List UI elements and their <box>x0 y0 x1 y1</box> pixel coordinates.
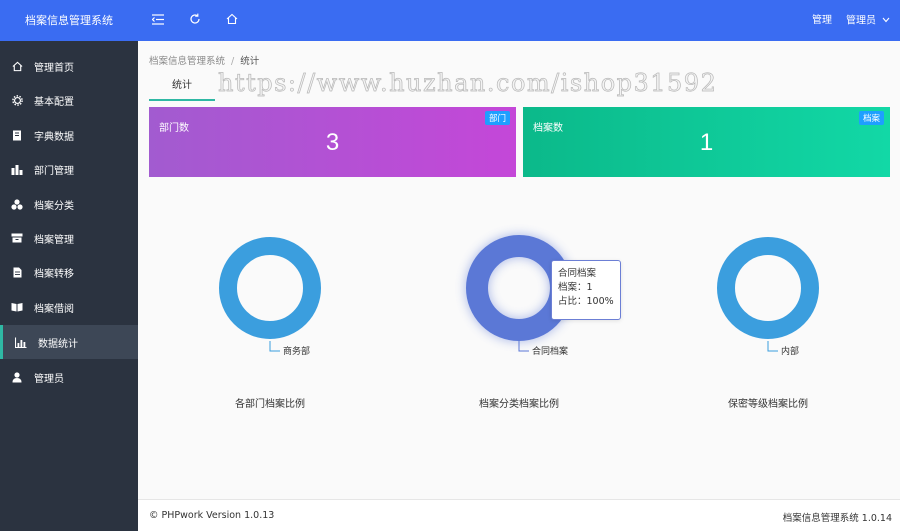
chevron-down-icon <box>882 0 890 41</box>
tooltip-count: 档案：1 <box>558 282 593 293</box>
sidebar-item-dictionary[interactable]: 字典数据 <box>0 118 138 152</box>
sidebar-item-config[interactable]: 基本配置 <box>0 83 138 117</box>
org-icon <box>10 162 24 176</box>
charts-area: 商务部 合同档案 内部 <box>219 234 819 357</box>
sidebar-item-label: 字典数据 <box>34 131 74 143</box>
archive-icon <box>10 231 24 245</box>
slice-label: 内部 <box>781 345 799 357</box>
book-icon <box>10 128 24 142</box>
donut-slice[interactable] <box>717 237 819 339</box>
file-icon <box>10 265 24 279</box>
chart-tooltip: 合同档案 档案：1 占比：100% <box>551 260 621 320</box>
menu-toggle-icon[interactable] <box>150 11 166 27</box>
chart-title-secrecy: 保密等级档案比例 <box>728 399 808 410</box>
sidebar-item-label: 档案管理 <box>34 234 74 246</box>
top-navbar: 档案信息管理系统 管理 管理员 <box>0 0 900 41</box>
chart-title-category: 档案分类档案比例 <box>479 399 559 410</box>
sidebar-item-department[interactable]: 部门管理 <box>0 152 138 186</box>
footer: © PHPwork Version 1.0.13 档案信息管理系统 1.0.14 <box>138 499 900 531</box>
sidebar-item-label: 基本配置 <box>34 96 74 108</box>
sidebar-item-label: 管理首页 <box>34 62 74 74</box>
sidebar-item-label: 档案分类 <box>34 200 74 212</box>
slice-label-line <box>269 341 280 352</box>
main-content: 档案信息管理系统 / 统计 统计 https://www.huzhan.com/is… <box>138 41 900 499</box>
sidebar-item-archive[interactable]: 档案管理 <box>0 221 138 255</box>
cubes-icon <box>10 197 24 211</box>
sidebar-item-admin[interactable]: 管理员 <box>0 360 138 394</box>
slice-label-line <box>767 341 778 352</box>
sidebar-item-label: 管理员 <box>34 373 64 385</box>
admin-link[interactable]: 管理 <box>812 0 832 41</box>
donut-slice[interactable] <box>219 237 321 339</box>
user-menu-label: 管理员 <box>846 15 876 27</box>
refresh-icon[interactable] <box>187 11 203 27</box>
user-menu[interactable]: 管理员 <box>846 0 890 41</box>
tooltip-percent: 占比：100% <box>558 296 614 307</box>
home-icon <box>10 59 24 73</box>
sidebar-item-transfer[interactable]: 档案转移 <box>0 255 138 289</box>
sidebar-item-category[interactable]: 档案分类 <box>0 187 138 221</box>
sidebar-item-label: 部门管理 <box>34 165 74 177</box>
chart-icon <box>14 335 28 349</box>
donut-slice[interactable] <box>466 235 572 341</box>
slice-label: 合同档案 <box>532 345 568 357</box>
sidebar-item-label: 档案转移 <box>34 268 74 280</box>
open-book-icon <box>10 300 24 314</box>
sidebar-item-home[interactable]: 管理首页 <box>0 49 138 83</box>
chart-title-department: 各部门档案比例 <box>235 399 305 410</box>
slice-label-line <box>518 341 529 352</box>
footer-app-version: 档案信息管理系统 1.0.14 <box>782 513 892 524</box>
tooltip-title: 合同档案 <box>558 268 597 279</box>
app-title[interactable]: 档案信息管理系统 <box>0 0 138 41</box>
sidebar-item-label: 档案借阅 <box>34 303 74 315</box>
sidebar: 管理首页 基本配置 字典数据 部门管理 档案分类 档案管理 档案转移 档案借阅 … <box>0 41 138 531</box>
sidebar-item-label: 数据统计 <box>38 338 78 350</box>
home-icon[interactable] <box>224 11 240 27</box>
gear-icon <box>10 93 24 107</box>
sidebar-item-statistics[interactable]: 数据统计 <box>0 325 138 359</box>
sidebar-item-borrow[interactable]: 档案借阅 <box>0 290 138 324</box>
user-icon <box>10 370 24 384</box>
footer-version: © PHPwork Version 1.0.13 <box>149 510 275 521</box>
slice-label: 商务部 <box>283 345 310 357</box>
